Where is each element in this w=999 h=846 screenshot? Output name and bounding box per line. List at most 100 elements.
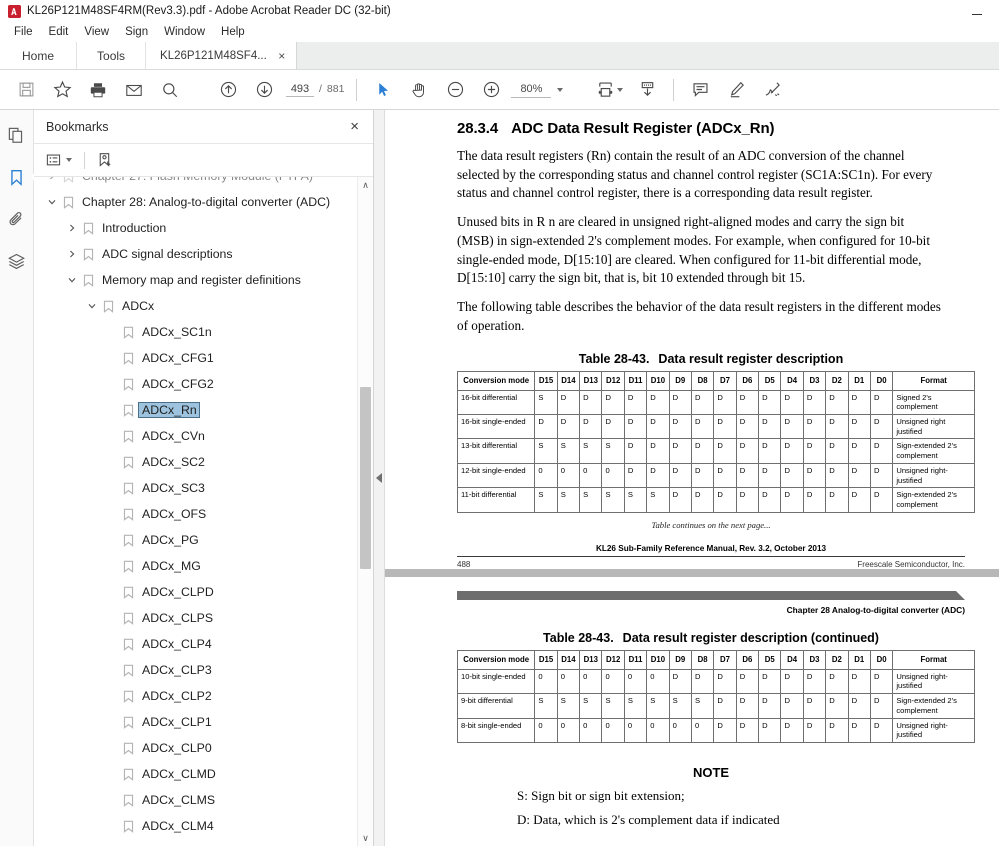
tab-home[interactable]: Home — [0, 42, 78, 69]
table-column-header: D0 — [869, 370, 894, 391]
table-column-header: D12 — [601, 649, 625, 670]
panel-collapse-handle[interactable] — [374, 110, 385, 846]
table-column-header: D5 — [758, 649, 782, 670]
bookmark-item[interactable]: ADCx_CLP1 — [34, 709, 373, 735]
menu-edit[interactable]: Edit — [41, 25, 77, 39]
bookmark-item[interactable]: ADCx_CLP4 — [34, 631, 373, 657]
bookmark-item[interactable]: ADCx_CLPD — [34, 579, 373, 605]
table-column-header: D10 — [646, 370, 670, 391]
bookmark-item[interactable]: ADCx_Rn — [34, 397, 373, 423]
save-icon[interactable] — [8, 73, 44, 107]
table-cell-bit: S — [646, 487, 670, 513]
table-cell-bit: D — [735, 414, 760, 440]
scroll-mode-icon[interactable] — [629, 73, 665, 107]
attachments-icon[interactable] — [2, 204, 32, 234]
fit-page-chevron-down-icon[interactable] — [617, 87, 624, 92]
new-bookmark-icon[interactable] — [93, 149, 118, 171]
minimize-button[interactable] — [955, 0, 999, 22]
zoom-level-value[interactable]: 80% — [511, 82, 552, 98]
star-icon[interactable] — [44, 73, 80, 107]
bookmark-item[interactable]: Memory map and register definitions — [34, 267, 373, 293]
layers-icon[interactable] — [2, 246, 32, 276]
cursor-icon[interactable] — [365, 73, 401, 107]
zoom-in-icon[interactable] — [473, 73, 509, 107]
bookmark-item-label: ADCx_SC3 — [142, 481, 205, 495]
bookmark-item[interactable]: ADC signal descriptions — [34, 241, 373, 267]
highlight-icon[interactable] — [718, 73, 754, 107]
scroll-up-arrow-icon[interactable]: ∧ — [358, 177, 373, 193]
chevron-down-icon[interactable] — [84, 302, 100, 310]
page-footer: KL26 Sub-Family Reference Manual, Rev. 3… — [457, 544, 965, 569]
bookmark-item[interactable]: ADCx_OFS — [34, 501, 373, 527]
table-cell-bit: D — [735, 462, 760, 489]
bookmark-item[interactable]: ADCx_CVn — [34, 423, 373, 449]
bookmark-item[interactable]: Chapter 28: Analog-to-digital converter … — [34, 189, 373, 215]
menu-sign[interactable]: Sign — [117, 25, 156, 39]
previous-page-icon[interactable] — [210, 73, 246, 107]
scroll-down-arrow-icon[interactable]: ∨ — [358, 830, 373, 846]
collapse-left-arrow-icon[interactable] — [376, 473, 382, 483]
bookmark-item[interactable]: ADCx — [34, 293, 373, 319]
bookmark-icon — [120, 482, 137, 495]
bookmark-item[interactable]: ADCx_CFG1 — [34, 345, 373, 371]
bookmark-item[interactable]: ADCx_SC2 — [34, 449, 373, 475]
bookmark-item[interactable]: Introduction — [34, 215, 373, 241]
bookmark-item[interactable]: ADCx_CFG2 — [34, 371, 373, 397]
tab-tools[interactable]: Tools — [77, 42, 147, 69]
tab-document[interactable]: KL26P121M48SF4... × — [146, 42, 297, 69]
zoom-control[interactable]: 80% — [511, 82, 564, 98]
chevron-down-icon[interactable] — [44, 198, 60, 206]
bookmark-item[interactable]: ADCx_CLPS — [34, 605, 373, 631]
chevron-right-icon[interactable] — [64, 250, 80, 258]
table-caption-2: Table 28-43. Data result register descrip… — [457, 631, 965, 645]
chevron-right-icon[interactable] — [64, 224, 80, 232]
bookmark-item[interactable]: ADCx_SC3 — [34, 475, 373, 501]
menu-view[interactable]: View — [76, 25, 117, 39]
scrollbar-thumb[interactable] — [360, 387, 371, 569]
menu-file[interactable]: File — [6, 25, 41, 39]
chevron-right-icon[interactable] — [44, 177, 60, 180]
page-thumbnails-icon[interactable] — [2, 120, 32, 150]
document-viewport[interactable]: 28.3.4 ADC Data Result Register (ADCx_Rn)… — [385, 110, 999, 846]
page-number-input[interactable]: 493 — [286, 82, 314, 97]
next-page-icon[interactable] — [246, 73, 282, 107]
bookmark-item[interactable]: ADCx_CLP3 — [34, 657, 373, 683]
comment-icon[interactable] — [682, 73, 718, 107]
bookmark-item[interactable]: ADCx_CLMD — [34, 761, 373, 787]
table-cell-bit: D — [735, 717, 760, 744]
bookmark-item[interactable]: ADCx_CLP0 — [34, 735, 373, 761]
sign-icon[interactable] — [754, 73, 790, 107]
hand-icon[interactable] — [401, 73, 437, 107]
chevron-down-icon[interactable] — [64, 276, 80, 284]
table-body-2: 10-bit single-ended 0 0 0 0 0 0 D D D D D D D D D D Unsig… — [456, 668, 975, 744]
print-icon[interactable] — [80, 73, 116, 107]
close-icon[interactable]: × — [276, 50, 288, 62]
bookmarks-tree[interactable]: Chapter 27: Flash Memory Module (FTFA) Ch… — [34, 177, 373, 846]
table-cell-bit: 0 — [690, 717, 715, 744]
table-column-header: D9 — [668, 370, 692, 391]
bookmarks-scrollbar[interactable]: ∧ ∨ — [357, 177, 373, 846]
close-icon[interactable]: × — [346, 117, 363, 136]
menu-help[interactable]: Help — [213, 25, 253, 39]
bookmark-item[interactable]: ADCx_PG — [34, 527, 373, 553]
chevron-down-icon[interactable] — [66, 158, 72, 162]
table-cell-bit: D — [825, 487, 849, 513]
table-caption-label: Table 28-43. — [578, 351, 650, 366]
bookmark-item[interactable]: Chapter 27: Flash Memory Module (FTFA) — [34, 177, 373, 189]
bookmark-item[interactable]: ADCx_CLM4 — [34, 813, 373, 839]
zoom-out-icon[interactable] — [437, 73, 473, 107]
bookmarks-icon[interactable] — [2, 162, 38, 192]
menu-window[interactable]: Window — [156, 25, 213, 39]
bookmark-options-icon[interactable] — [42, 150, 76, 171]
bookmark-item[interactable]: ADCx_CLMS — [34, 787, 373, 813]
data-result-register-table-part2: Conversion mode D15 D14 D13 D12 D11 D10 D9 D8 D7 D… — [456, 649, 975, 744]
table-column-header: D15 — [534, 370, 558, 391]
email-icon[interactable] — [116, 73, 152, 107]
table-cell-bit: D — [668, 462, 692, 489]
bookmark-item[interactable]: ADCx_SC1n — [34, 319, 373, 345]
bookmark-item[interactable]: ADCx_CLP2 — [34, 683, 373, 709]
chevron-down-icon[interactable] — [557, 87, 564, 92]
table-cell-conversion-mode: 11-bit differential — [456, 487, 536, 513]
search-icon[interactable] — [152, 73, 188, 107]
bookmark-item[interactable]: ADCx_MG — [34, 553, 373, 579]
